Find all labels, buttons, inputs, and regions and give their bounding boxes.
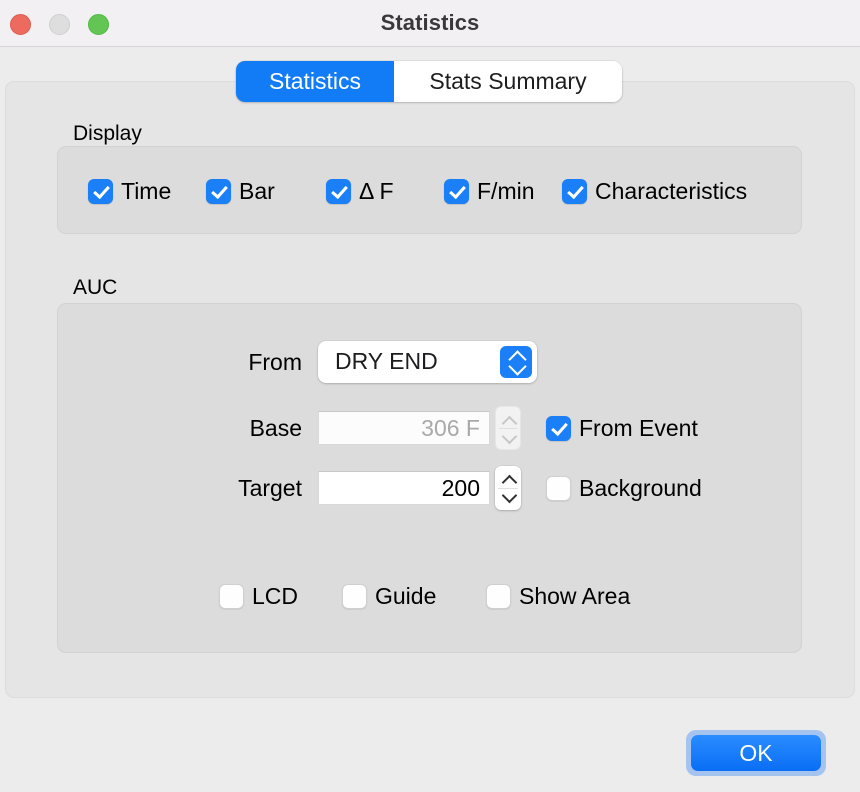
auc-group-label: AUC (73, 276, 118, 299)
checkbox-lcd-box[interactable] (219, 584, 244, 609)
checkbox-guide[interactable]: Guide (342, 583, 436, 610)
checkbox-bar-label: Bar (239, 178, 275, 204)
checkbox-from-event[interactable]: From Event (546, 415, 698, 442)
checkbox-guide-label: Guide (375, 583, 437, 609)
checkbox-lcd-label: LCD (252, 583, 299, 609)
checkbox-background-label: Background (579, 475, 702, 501)
checkbox-from-event-label: From Event (579, 415, 698, 441)
checkbox-background[interactable]: Background (546, 475, 702, 502)
checkbox-f-per-min-box[interactable] (444, 179, 469, 204)
checkbox-show-area-box[interactable] (486, 584, 511, 609)
checkbox-guide-box[interactable] (342, 584, 367, 609)
base-input[interactable]: 306 F (318, 411, 490, 445)
checkbox-characteristics-box[interactable] (562, 179, 587, 204)
checkbox-time-label: Time (121, 178, 172, 204)
target-input[interactable]: 200 (318, 471, 490, 505)
base-label: Base (249, 415, 302, 441)
checkbox-background-box[interactable] (546, 476, 571, 501)
checkbox-delta-f[interactable]: Δ F (326, 178, 394, 205)
ok-button-focus-ring: OK (686, 730, 826, 776)
checkbox-time[interactable]: Time (88, 178, 171, 205)
tab-stats-summary[interactable]: Stats Summary (394, 61, 622, 102)
checkbox-time-box[interactable] (88, 179, 113, 204)
display-group-label: Display (73, 122, 142, 145)
stepper-down-icon[interactable] (501, 487, 517, 504)
from-label: From (248, 349, 302, 375)
checkbox-delta-f-box[interactable] (326, 179, 351, 204)
window-titlebar: Statistics (0, 0, 860, 47)
window-title: Statistics (380, 10, 480, 35)
checkbox-bar[interactable]: Bar (206, 178, 275, 205)
checkbox-f-per-min-label: F/min (477, 178, 535, 204)
target-stepper[interactable] (495, 466, 521, 510)
checkbox-bar-box[interactable] (206, 179, 231, 204)
checkbox-from-event-box[interactable] (546, 416, 571, 441)
checkbox-show-area-label: Show Area (519, 583, 631, 609)
from-popup-value: DRY END (335, 348, 438, 374)
ok-button[interactable]: OK (691, 735, 821, 771)
checkbox-characteristics-label: Characteristics (595, 178, 748, 204)
from-popup-button[interactable]: DRY END (318, 341, 537, 383)
stepper-down-icon[interactable] (501, 428, 517, 445)
checkbox-delta-f-label: Δ F (359, 178, 394, 204)
base-stepper[interactable] (495, 406, 521, 450)
tab-statistics[interactable]: Statistics (236, 61, 394, 102)
target-label: Target (238, 475, 302, 501)
checkbox-characteristics[interactable]: Characteristics (562, 178, 747, 205)
checkbox-lcd[interactable]: LCD (219, 583, 298, 610)
checkbox-f-per-min[interactable]: F/min (444, 178, 535, 205)
chevron-up-down-icon[interactable] (500, 346, 532, 378)
tab-bar: Statistics Stats Summary (236, 61, 622, 102)
checkbox-show-area[interactable]: Show Area (486, 583, 630, 610)
